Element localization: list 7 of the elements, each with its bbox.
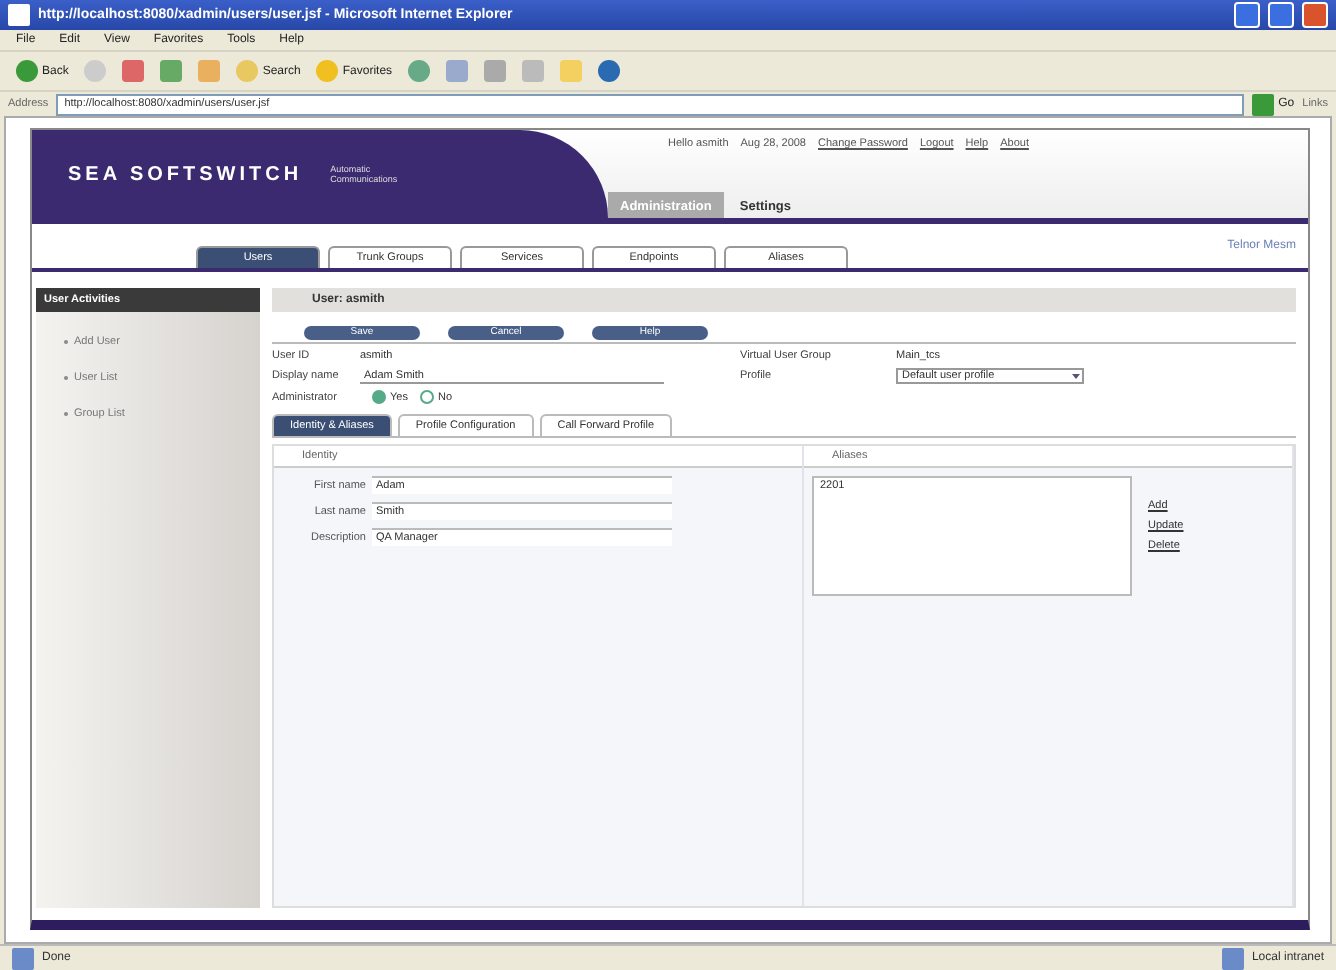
close-button[interactable] [1302, 2, 1328, 28]
radio-button[interactable] [419, 390, 434, 404]
dropdown-arrow-icon [1070, 370, 1082, 382]
logo-text: SEA SOFTSWITCH [68, 163, 303, 185]
maximize-button[interactable] [1268, 2, 1294, 28]
radio-button[interactable] [372, 390, 386, 404]
minimize-button[interactable] [1234, 2, 1260, 28]
